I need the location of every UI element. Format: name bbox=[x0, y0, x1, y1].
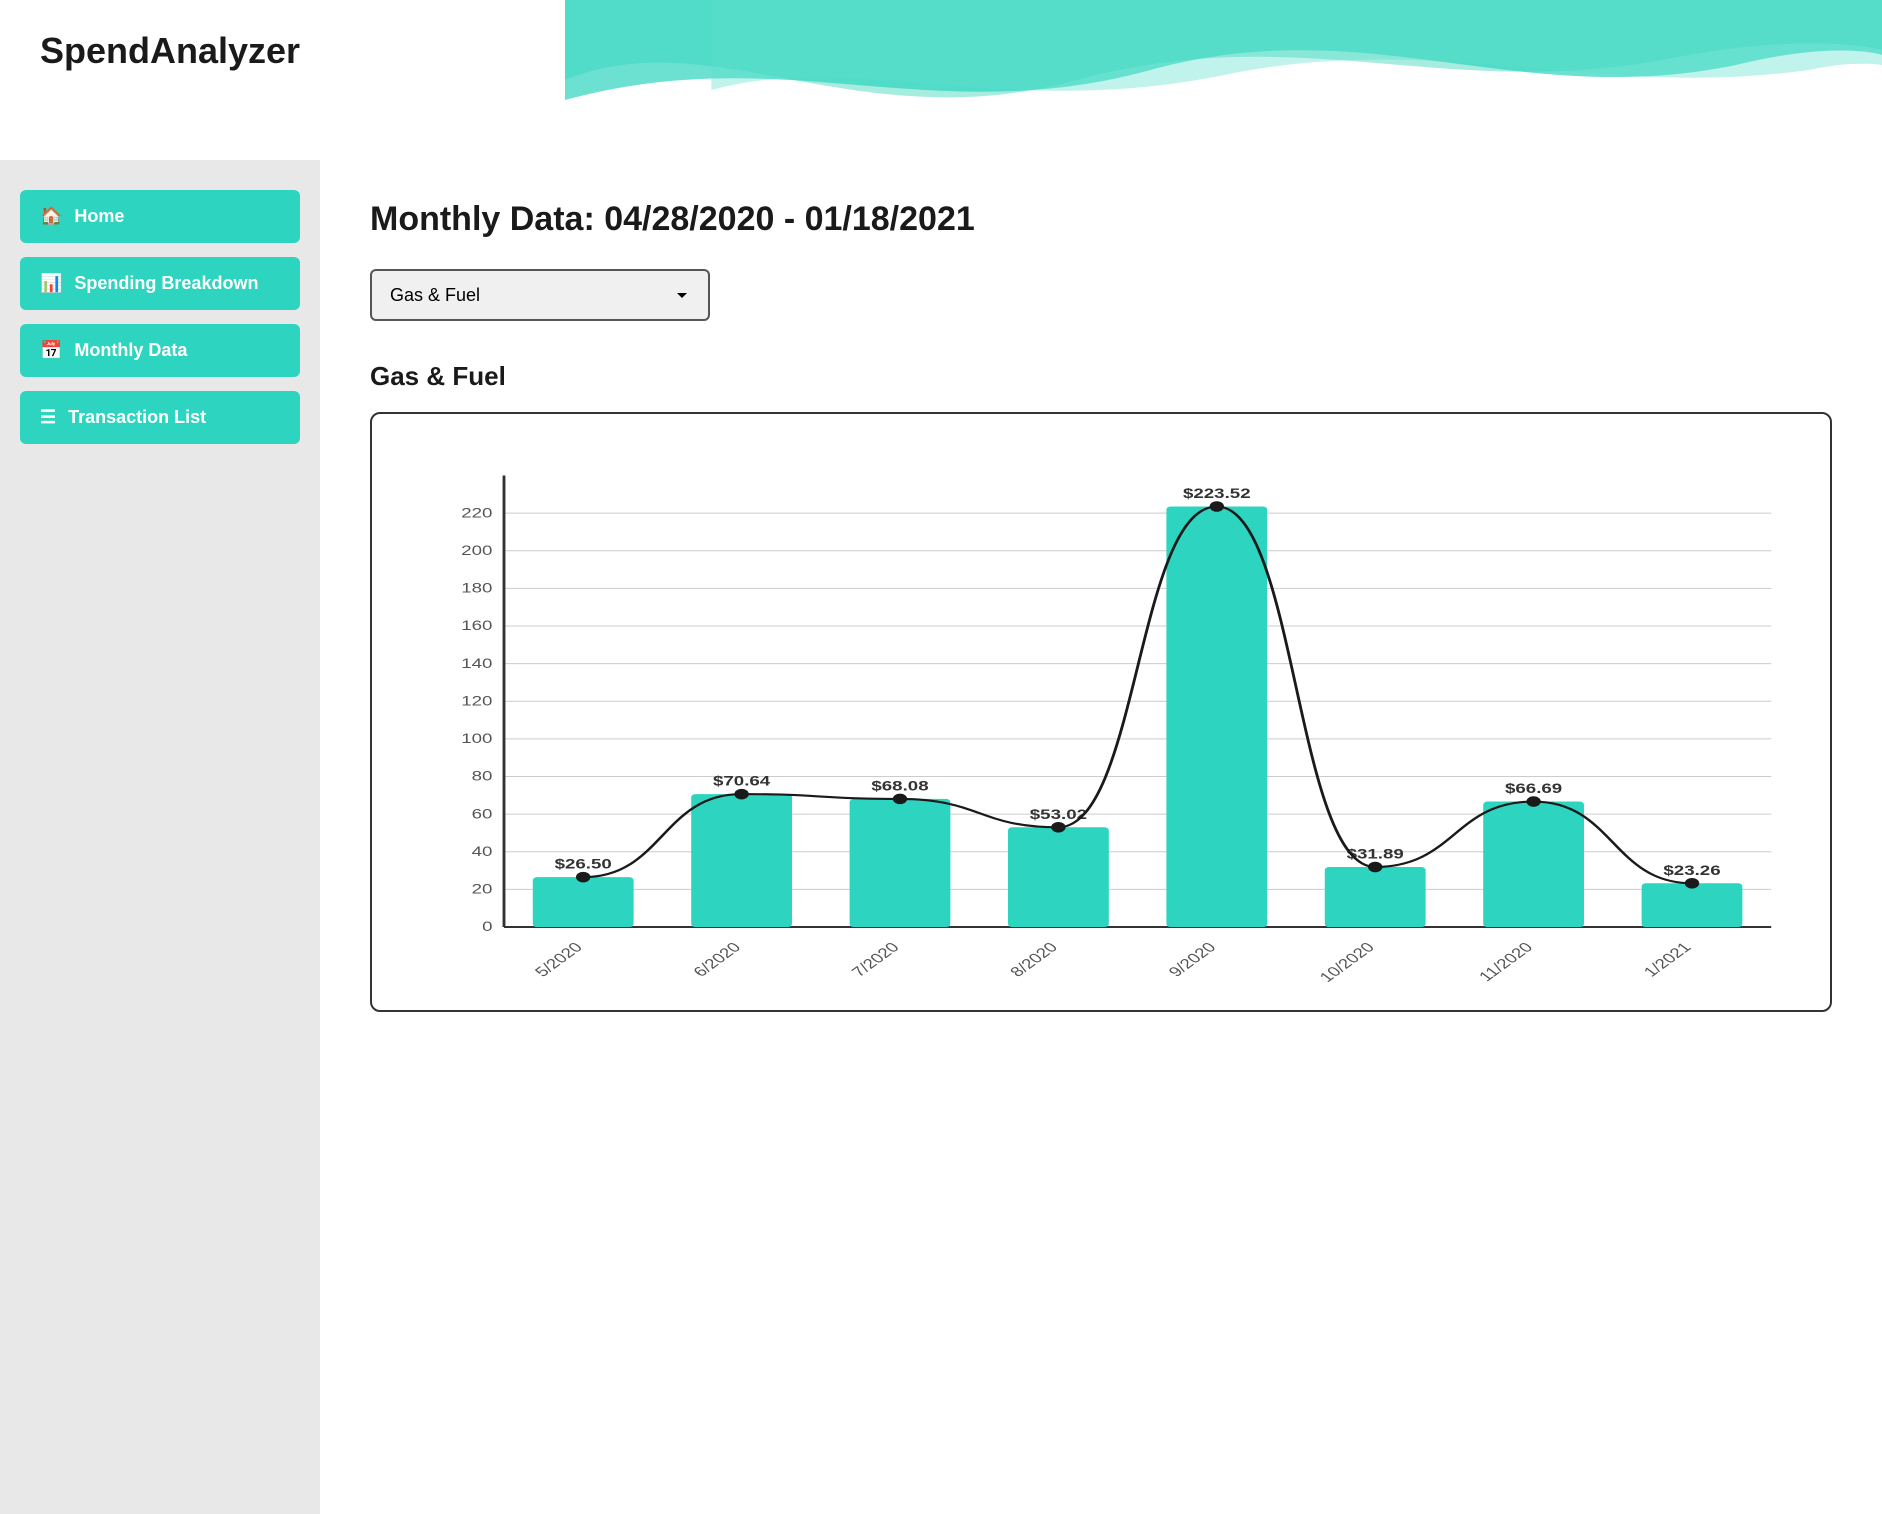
app-logo: SpendAnalyzer bbox=[40, 30, 300, 72]
svg-text:$68.08: $68.08 bbox=[871, 779, 928, 794]
list-icon: ☰ bbox=[40, 407, 56, 428]
page-title: Monthly Data: 04/28/2020 - 01/18/2021 bbox=[370, 200, 1832, 239]
main-layout: 🏠 Home 📊 Spending Breakdown 📅 Monthly Da… bbox=[0, 160, 1882, 1514]
svg-text:200: 200 bbox=[461, 543, 492, 558]
home-icon: 🏠 bbox=[40, 206, 62, 227]
svg-text:160: 160 bbox=[461, 619, 492, 634]
sidebar-item-spending-breakdown[interactable]: 📊 Spending Breakdown bbox=[20, 257, 300, 310]
svg-text:1/2021: 1/2021 bbox=[1640, 940, 1695, 980]
svg-text:$70.64: $70.64 bbox=[713, 774, 771, 789]
sidebar-item-spending-breakdown-label: Spending Breakdown bbox=[74, 273, 258, 294]
category-dropdown[interactable]: Gas & FuelGroceriesDiningEntertainmentUt… bbox=[370, 269, 710, 321]
svg-text:5/2020: 5/2020 bbox=[531, 940, 586, 980]
svg-text:0: 0 bbox=[482, 920, 492, 935]
chart-container: 0 20 40 60 80 100 120 140 160 180 200 220 $26.50 5/20… bbox=[370, 412, 1832, 1012]
svg-text:20: 20 bbox=[472, 882, 493, 897]
svg-text:180: 180 bbox=[461, 581, 492, 596]
svg-text:$26.50: $26.50 bbox=[555, 857, 612, 872]
svg-text:7/2020: 7/2020 bbox=[848, 940, 903, 980]
svg-text:140: 140 bbox=[461, 656, 492, 671]
sidebar: 🏠 Home 📊 Spending Breakdown 📅 Monthly Da… bbox=[0, 160, 320, 1514]
svg-text:11/2020: 11/2020 bbox=[1475, 940, 1536, 985]
svg-text:100: 100 bbox=[461, 731, 492, 746]
sidebar-item-transaction-list[interactable]: ☰ Transaction List bbox=[20, 391, 300, 444]
wave-decoration bbox=[565, 0, 1882, 160]
main-content: Monthly Data: 04/28/2020 - 01/18/2021 Ga… bbox=[320, 160, 1882, 1514]
svg-text:6/2020: 6/2020 bbox=[690, 940, 745, 980]
svg-text:10/2020: 10/2020 bbox=[1316, 940, 1378, 985]
svg-text:80: 80 bbox=[472, 769, 493, 784]
chart-bar-icon: 📊 bbox=[40, 273, 62, 294]
svg-text:8/2020: 8/2020 bbox=[1007, 940, 1062, 980]
sidebar-item-home[interactable]: 🏠 Home bbox=[20, 190, 300, 243]
chart-title: Gas & Fuel bbox=[370, 361, 1832, 392]
svg-text:$223.52: $223.52 bbox=[1183, 486, 1251, 501]
sidebar-item-home-label: Home bbox=[74, 206, 124, 227]
svg-text:$66.69: $66.69 bbox=[1505, 781, 1562, 796]
svg-text:40: 40 bbox=[472, 844, 493, 859]
sidebar-item-monthly-data[interactable]: 📅 Monthly Data bbox=[20, 324, 300, 377]
sidebar-item-transaction-list-label: Transaction List bbox=[68, 407, 206, 428]
svg-text:60: 60 bbox=[472, 807, 493, 822]
svg-text:220: 220 bbox=[461, 506, 492, 521]
header: SpendAnalyzer bbox=[0, 0, 1882, 160]
sidebar-item-monthly-data-label: Monthly Data bbox=[74, 340, 187, 361]
svg-text:$23.26: $23.26 bbox=[1663, 863, 1720, 878]
svg-text:9/2020: 9/2020 bbox=[1165, 940, 1220, 980]
bar-chart: 0 20 40 60 80 100 120 140 160 180 200 220 $26.50 5/20… bbox=[432, 444, 1800, 990]
svg-text:120: 120 bbox=[461, 694, 492, 709]
calendar-icon: 📅 bbox=[40, 340, 62, 361]
